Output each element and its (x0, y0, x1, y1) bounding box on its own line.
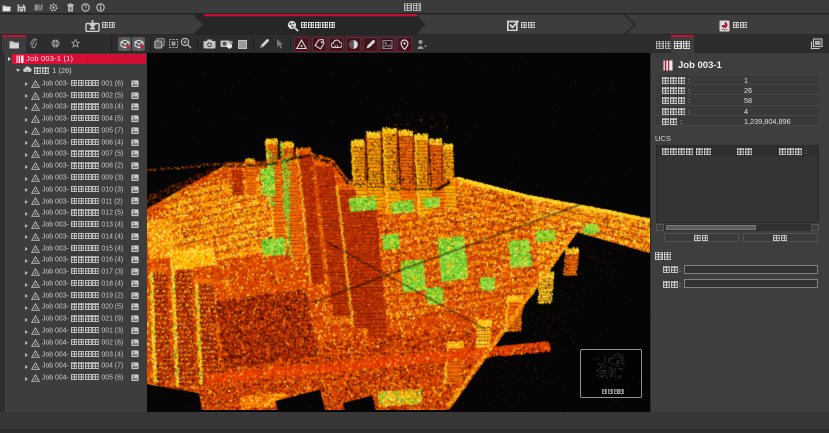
svg-text:?: ? (84, 5, 88, 12)
